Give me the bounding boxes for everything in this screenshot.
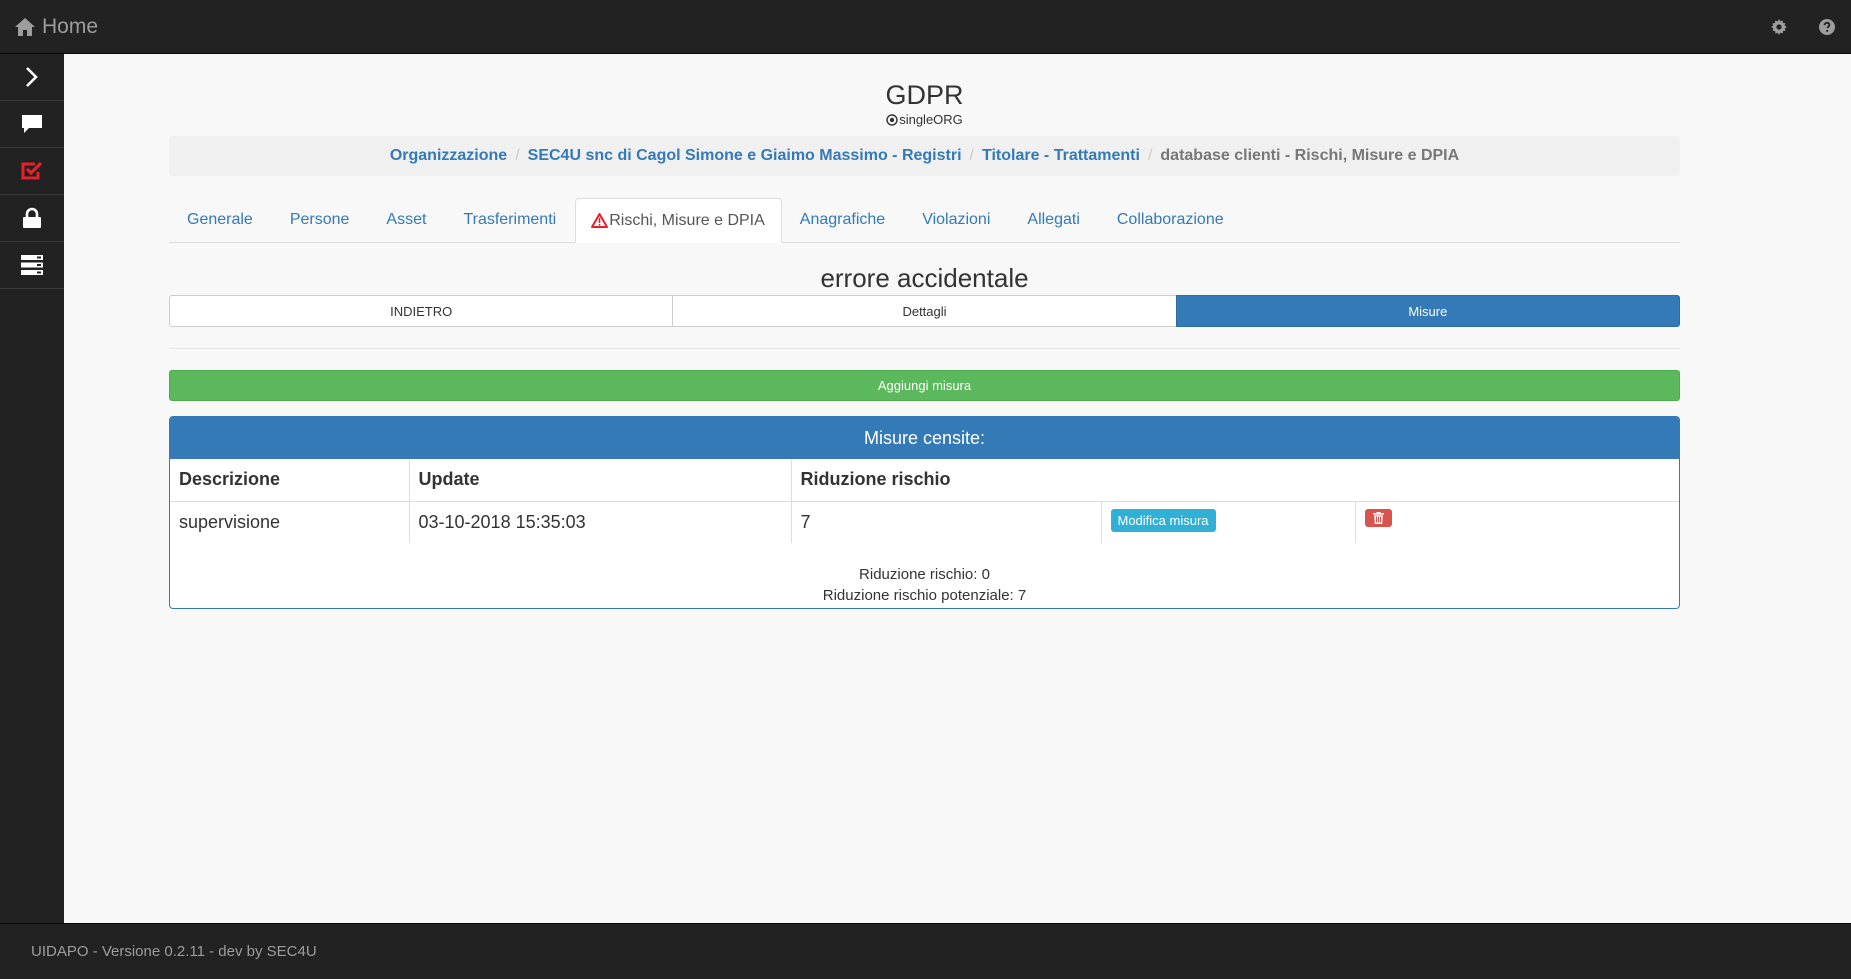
sidebar-item-messages[interactable] <box>0 101 64 148</box>
lock-icon <box>23 207 41 228</box>
back-button[interactable]: INDIETRO <box>169 295 674 327</box>
tab-allegati[interactable]: Allegati <box>1009 198 1098 242</box>
page-subtitle: singleORG <box>169 112 1680 127</box>
subtitle-text: singleORG <box>899 112 963 127</box>
trash-icon <box>1372 511 1384 524</box>
panel-heading: Misure censite: <box>170 417 1679 459</box>
radio-icon <box>886 113 898 126</box>
column-header: Update <box>409 459 792 502</box>
home-icon <box>15 17 35 36</box>
gear-icon <box>1771 19 1787 35</box>
breadcrumb-separator: / <box>969 147 974 164</box>
breadcrumb-registri[interactable]: SEC4U snc di Cagol Simone e Giaimo Massi… <box>528 147 962 165</box>
tab-trasferimenti[interactable]: Trasferimenti <box>445 198 575 242</box>
main-content: GDPR singleORG Organizzazione / SEC4U sn… <box>64 55 1851 923</box>
tab-violazioni[interactable]: Violazioni <box>904 198 1009 242</box>
sidebar-item-servers[interactable] <box>0 242 64 289</box>
measures-button[interactable]: Misure <box>1175 295 1680 327</box>
breadcrumb: Organizzazione / SEC4U snc di Cagol Simo… <box>169 136 1680 176</box>
details-button[interactable]: Dettagli <box>672 295 1177 327</box>
table-row: supervisione 03-10-2018 15:35:03 7 Modif… <box>170 501 1679 543</box>
potential-risk-reduction-text: Riduzione rischio potenziale: 7 <box>822 587 1027 604</box>
sidebar <box>0 54 64 923</box>
sidebar-item-security[interactable] <box>0 195 64 242</box>
server-icon <box>21 255 43 275</box>
measures-table: Descrizione Update Riduzione rischio sup… <box>170 459 1679 543</box>
breadcrumb-separator: / <box>1147 147 1153 164</box>
home-link[interactable]: Home <box>0 15 98 39</box>
cell-riduzione: 7 <box>791 501 1102 543</box>
measures-panel: Misure censite: Descrizione Update Riduz… <box>169 416 1680 609</box>
app-footer: UIDAPO - Versione 0.2.11 - dev by SEC4U <box>0 923 1851 979</box>
tab-asset[interactable]: Asset <box>368 198 445 242</box>
panel-summary: Riduzione rischio: 0 Riduzione rischio p… <box>170 543 1679 608</box>
cell-update: 03-10-2018 15:35:03 <box>409 501 792 543</box>
table-header-row: Descrizione Update Riduzione rischio <box>170 459 1679 502</box>
column-header-empty <box>1101 459 1355 502</box>
cell-edit: Modifica misura <box>1101 501 1356 543</box>
sidebar-item-tasks[interactable] <box>0 148 64 195</box>
tab-bar: Generale Persone Asset Trasferimenti Ris… <box>169 198 1680 243</box>
breadcrumb-current: database clienti - Rischi, Misure e DPIA <box>1160 147 1460 164</box>
checkbox-icon <box>21 161 43 180</box>
section-title: errore accidentale <box>820 263 1029 293</box>
home-label: Home <box>42 14 99 38</box>
page-title: GDPR <box>885 80 964 110</box>
tab-generale[interactable]: Generale <box>169 198 272 242</box>
column-header: Descrizione <box>170 459 410 502</box>
cell-delete <box>1355 501 1679 543</box>
cell-descrizione: supervisione <box>170 501 410 543</box>
risk-reduction-text: Riduzione rischio: 0 <box>859 566 990 583</box>
divider <box>169 348 1680 349</box>
version-text: UIDAPO - Versione 0.2.11 - dev by SEC4U <box>31 943 317 960</box>
tab-anagrafiche[interactable]: Anagrafiche <box>782 198 904 242</box>
warning-icon <box>591 213 609 228</box>
column-header-empty <box>1355 459 1679 502</box>
chevron-right-icon <box>26 67 38 87</box>
edit-measure-button[interactable]: Modifica misura <box>1110 508 1216 532</box>
tab-label: Rischi, Misure e DPIA <box>609 211 765 229</box>
sidebar-toggle[interactable] <box>0 54 64 101</box>
column-header: Riduzione rischio <box>791 459 1101 502</box>
delete-measure-button[interactable] <box>1364 508 1392 527</box>
tab-collaborazione[interactable]: Collaborazione <box>1099 198 1243 242</box>
breadcrumb-trattamenti[interactable]: Titolare - Trattamenti <box>982 147 1140 165</box>
view-switcher: INDIETRO Dettagli Misure <box>169 295 1680 327</box>
add-measure-button[interactable]: Aggiungi misura <box>169 370 1680 401</box>
help-button[interactable] <box>1803 19 1851 35</box>
chat-icon <box>22 115 42 133</box>
settings-button[interactable] <box>1755 19 1803 35</box>
breadcrumb-separator: / <box>515 147 520 164</box>
help-icon <box>1819 19 1835 35</box>
top-navbar: Home <box>0 0 1851 54</box>
tab-rischi-misure-dpia[interactable]: Rischi, Misure e DPIA <box>575 198 782 243</box>
breadcrumb-organizzazione[interactable]: Organizzazione <box>390 147 507 165</box>
tab-persone[interactable]: Persone <box>272 198 369 242</box>
